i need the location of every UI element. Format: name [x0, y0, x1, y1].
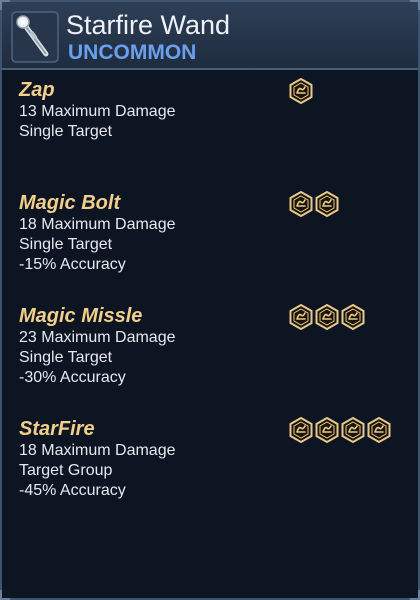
ability-stat: 18 Maximum Damage [19, 442, 176, 459]
ability-stat: Single Target [19, 349, 113, 366]
cost-hex-icon [341, 417, 365, 443]
ability-stat: Single Target [19, 236, 113, 253]
cost-hex-icon [289, 304, 313, 330]
item-header: Starfire Wand UNCOMMON [2, 2, 418, 70]
item-tooltip-panel: Starfire Wand UNCOMMON Zap 13 Maximum Da… [0, 0, 420, 600]
ability-cost [289, 78, 313, 104]
ability-magic-bolt[interactable]: Magic Bolt 18 Maximum Damage Single Targ… [19, 191, 409, 275]
ability-magic-missle[interactable]: Magic Missle 23 Maximum Damage Single Ta… [19, 304, 409, 388]
cost-hex-icon [289, 417, 313, 443]
ability-stat: -45% Accuracy [19, 482, 126, 499]
ability-name: Magic Bolt [19, 192, 121, 214]
item-name: Starfire Wand [66, 10, 231, 40]
ability-stat: 13 Maximum Damage [19, 103, 176, 120]
ability-cost [289, 304, 365, 330]
item-rarity: UNCOMMON [68, 41, 197, 64]
cost-hex-icon [315, 191, 339, 217]
cost-hex-icon [341, 304, 365, 330]
cost-hex-icon [289, 78, 313, 104]
panel-corner [0, 590, 10, 600]
cost-hex-icon [315, 304, 339, 330]
ability-starfire[interactable]: StarFire 18 Maximum Damage Target Group … [19, 417, 409, 501]
ability-zap[interactable]: Zap 13 Maximum Damage Single Target [19, 78, 409, 142]
wand-icon [11, 11, 59, 63]
ability-stat: Single Target [19, 123, 113, 140]
ability-stat: 18 Maximum Damage [19, 216, 176, 233]
ability-cost [289, 417, 391, 443]
ability-stat: -15% Accuracy [19, 256, 126, 273]
ability-stat: 23 Maximum Damage [19, 329, 176, 346]
ability-name: Zap [19, 79, 55, 101]
ability-cost [289, 191, 339, 217]
ability-stat: Target Group [19, 462, 113, 479]
ability-stat: -30% Accuracy [19, 369, 126, 386]
cost-hex-icon [315, 417, 339, 443]
cost-hex-icon [289, 191, 313, 217]
cost-hex-icon [367, 417, 391, 443]
panel-corner [410, 590, 420, 600]
